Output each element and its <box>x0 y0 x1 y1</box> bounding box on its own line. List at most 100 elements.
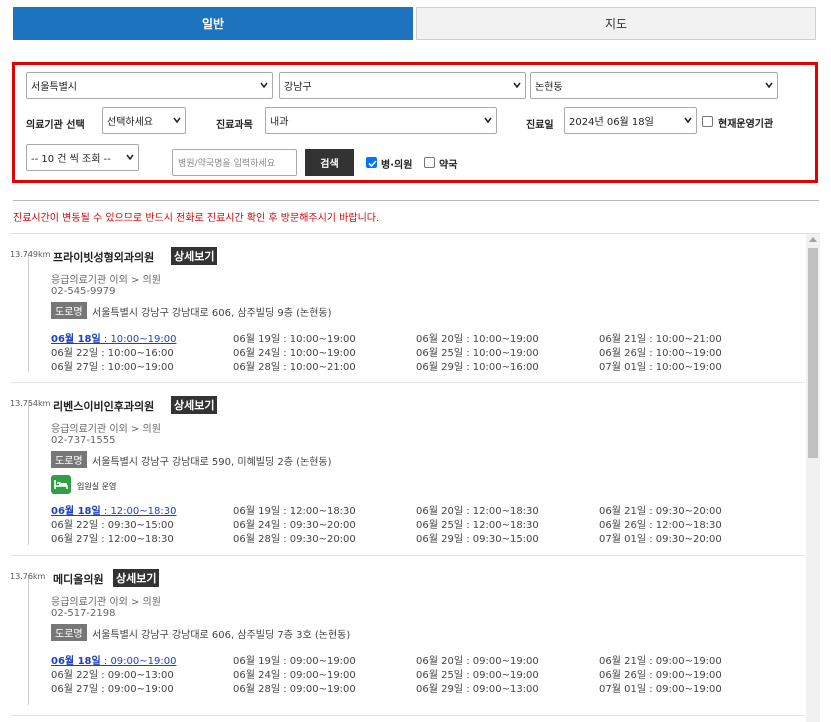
org-select[interactable]: 선택하세요 <box>102 107 186 134</box>
dong-select[interactable]: 논현동 <box>530 72 778 99</box>
phone: 02-517-2198 <box>51 608 116 619</box>
detail-button[interactable]: 상세보기 <box>113 569 160 587</box>
schedule-entry: 06월 24일 : 10:00~19:00 <box>233 348 356 359</box>
tab-map[interactable]: 지도 <box>416 7 816 40</box>
open-now-checkbox[interactable] <box>702 116 713 127</box>
sigungu-value: 강남구 <box>284 82 312 93</box>
results-list[interactable]: 13.749km 프라이빗성형외과의원 상세보기 응급의료기관 이외 > 의원 02-5… <box>10 233 820 722</box>
schedule-entry: 06월 24일 : 09:00~19:00 <box>233 670 356 681</box>
list-item: 13.76km 메디올의원 상세보기 응급의료기관 이외 > 의원 02-517-219… <box>10 556 805 716</box>
phone: 02-545-9979 <box>51 286 116 297</box>
bed-icon <box>51 475 71 494</box>
notice-text: 진료시간이 변동될 수 있으므로 반드시 전화로 진료시간 확인 후 방문해주시… <box>13 213 380 224</box>
clinic-name[interactable]: 리벤스이비인후과의원 <box>53 398 154 414</box>
schedule-entry: 06월 28일 : 09:30~20:00 <box>233 534 356 545</box>
address: 서울특별시 강남구 강남대로 606, 삼주빌딩 7층 3호 (논현동) <box>92 630 351 641</box>
schedule-today[interactable]: 06월 18일 : 12:00~18:30 <box>51 502 176 517</box>
chevron-down-icon <box>484 117 492 124</box>
list-item: 13.754km 리벤스이비인후과의원 상세보기응급의료기관 이외 > 의원 02-7… <box>10 383 805 556</box>
sigungu-select[interactable]: 강남구 <box>279 72 526 99</box>
distance: 13.749km <box>10 250 51 259</box>
scrollbar[interactable] <box>806 234 820 722</box>
dept-label: 진료과목 <box>216 120 253 131</box>
road-label: 도로명 <box>51 302 87 319</box>
schedule-entry: 06월 19일 : 09:00~19:00 <box>233 656 356 667</box>
search-filter-panel: 서울특별시 강남구 논현동 의료기관 선택 선택하세요 진료과목 내과 진료일 … <box>12 62 818 183</box>
schedule-entry: 06월 25일 : 12:00~18:30 <box>416 520 539 531</box>
schedule-entry: 07월 01일 : 09:00~19:00 <box>599 684 722 695</box>
hospital-checkbox[interactable] <box>366 157 377 168</box>
schedule-entry: 06월 19일 : 12:00~18:30 <box>233 506 356 517</box>
date-value: 2024년 06월 18일 <box>569 117 654 128</box>
schedule-entry: 06월 27일 : 09:00~19:00 <box>51 684 174 695</box>
chevron-down-icon <box>126 154 134 161</box>
schedule-entry: 06월 29일 : 09:30~15:00 <box>416 534 539 545</box>
chevron-down-icon <box>513 82 521 89</box>
date-label: 진료일 <box>526 120 554 131</box>
clinic-name[interactable]: 프라이빗성형외과의원 <box>53 249 154 265</box>
schedule-today[interactable]: 06월 18일 : 10:00~19:00 <box>51 330 176 345</box>
org-value: 선택하세요 <box>107 117 153 128</box>
search-placeholder: 병원/약국명을 입력하세요 <box>178 159 275 169</box>
schedule-entry: 06월 19일 : 10:00~19:00 <box>233 334 356 345</box>
chevron-down-icon <box>260 82 268 89</box>
road-label: 도로명 <box>51 624 87 641</box>
schedule-entry: 07월 01일 : 09:30~20:00 <box>599 534 722 545</box>
schedule-entry: 07월 01일 : 10:00~19:00 <box>599 362 722 373</box>
category: 응급의료기관 이외 > 의원 <box>51 424 161 435</box>
phone: 02-737-1555 <box>51 435 116 446</box>
schedule-entry: 06월 27일 : 10:00~19:00 <box>51 362 174 373</box>
sido-select[interactable]: 서울특별시 <box>26 72 273 99</box>
page-size-select[interactable]: -- 10 건 씩 조회 -- <box>26 144 139 171</box>
schedule-entry: 06월 21일 : 09:00~19:00 <box>599 656 722 667</box>
schedule-entry: 06월 20일 : 12:00~18:30 <box>416 506 539 517</box>
chevron-down-icon <box>173 117 181 124</box>
schedule-entry: 06월 22일 : 10:00~16:00 <box>51 348 174 359</box>
detail-button[interactable]: 상세보기 <box>171 396 218 414</box>
tab-bar: 일반 지도 <box>13 7 816 40</box>
open-now-label: 현재운영기관 <box>718 119 774 130</box>
chevron-down-icon <box>765 82 773 89</box>
schedule-entry: 06월 22일 : 09:00~13:00 <box>51 670 174 681</box>
date-select[interactable]: 2024년 06월 18일 <box>564 107 697 134</box>
list-item: 13.749km 프라이빗성형외과의원 상세보기응급의료기관 이외 > 의원 02-5… <box>10 234 805 383</box>
schedule-entry: 06월 22일 : 09:30~15:00 <box>51 520 174 531</box>
schedule-entry: 06월 29일 : 10:00~16:00 <box>416 362 539 373</box>
org-label: 의료기관 선택 <box>26 120 85 131</box>
distance: 13.754km <box>10 399 51 408</box>
schedule-entry: 06월 24일 : 09:30~20:00 <box>233 520 356 531</box>
schedule-entry: 06월 26일 : 09:00~19:00 <box>599 670 722 681</box>
dept-select[interactable]: 내과 <box>265 107 497 134</box>
timeline-rail <box>28 402 29 545</box>
tab-general[interactable]: 일반 <box>13 7 413 40</box>
schedule-entry: 06월 27일 : 12:00~18:30 <box>51 534 174 545</box>
search-input[interactable]: 병원/약국명을 입력하세요 <box>172 149 297 176</box>
address: 서울특별시 강남구 강남대로 606, 삼주빌딩 9층 (논현동) <box>92 308 332 319</box>
er-status: 입원실 운영 <box>77 482 117 491</box>
schedule-entry: 06월 29일 : 09:00~13:00 <box>416 684 539 695</box>
address: 서울특별시 강남구 강남대로 590, 미혜빌딩 2층 (논현동) <box>92 457 332 468</box>
schedule-entry: 06월 25일 : 10:00~19:00 <box>416 348 539 359</box>
pharmacy-label: 약국 <box>439 160 458 171</box>
schedule-entry: 06월 28일 : 09:00~19:00 <box>233 684 356 695</box>
schedule-entry: 06월 26일 : 12:00~18:30 <box>599 520 722 531</box>
schedule-today[interactable]: 06월 18일 : 09:00~19:00 <box>51 652 176 667</box>
timeline-rail <box>28 575 29 705</box>
dong-value: 논현동 <box>535 82 563 93</box>
scrollbar-thumb[interactable] <box>808 248 818 458</box>
hospital-label: 병·의원 <box>381 160 413 171</box>
category: 응급의료기관 이외 > 의원 <box>51 597 161 608</box>
page-size-value: -- 10 건 씩 조회 -- <box>31 154 111 165</box>
clinic-name[interactable]: 메디올의원 <box>53 571 104 587</box>
dept-value: 내과 <box>270 117 289 128</box>
detail-button[interactable]: 상세보기 <box>171 247 218 265</box>
divider <box>13 200 819 201</box>
chevron-down-icon <box>684 117 692 124</box>
search-button[interactable]: 검색 <box>305 149 354 176</box>
road-label: 도로명 <box>51 451 87 468</box>
scroll-up-icon[interactable] <box>809 237 817 242</box>
category: 응급의료기관 이외 > 의원 <box>51 275 161 286</box>
checkmark-icon <box>368 160 377 168</box>
pharmacy-checkbox[interactable] <box>424 157 435 168</box>
sido-value: 서울특별시 <box>31 82 77 93</box>
